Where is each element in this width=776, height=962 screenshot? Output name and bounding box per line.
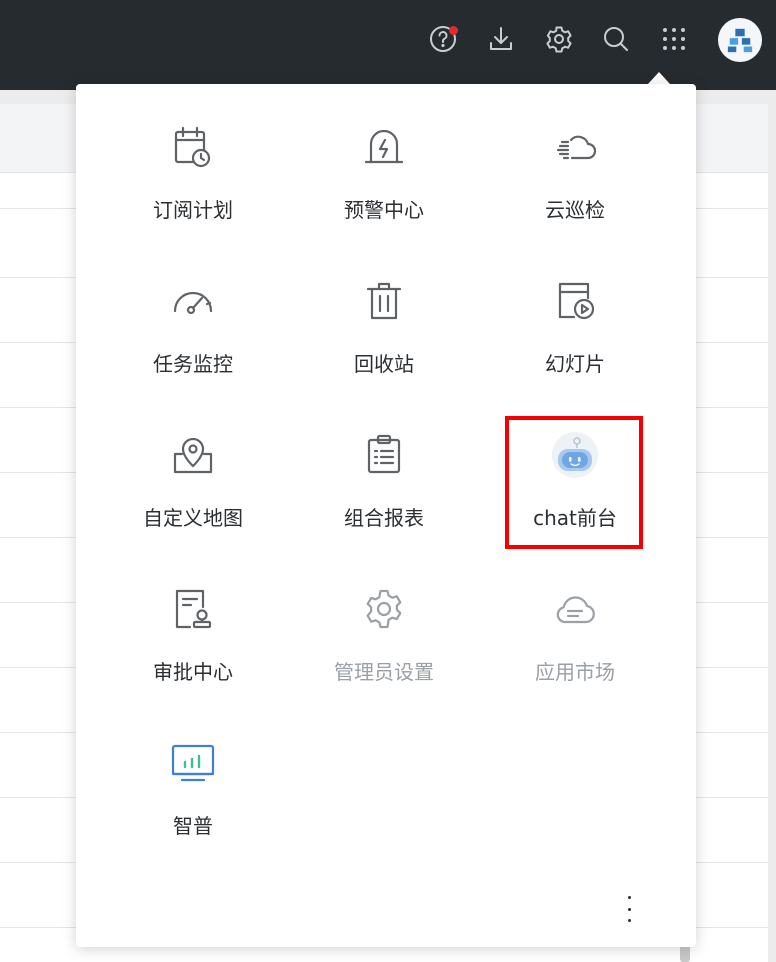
app-label: 云巡检 [545, 198, 605, 222]
approval-stamp-icon [170, 586, 216, 632]
help-icon[interactable] [426, 22, 460, 56]
app-cloud-inspection[interactable]: 云巡检 [480, 124, 670, 254]
settings-icon[interactable] [542, 22, 576, 56]
app-custom-map[interactable]: 自定义地图 [98, 432, 288, 562]
map-pin-icon [170, 432, 216, 478]
app-label: 管理员设置 [334, 660, 434, 684]
app-label: 回收站 [354, 352, 414, 376]
search-icon[interactable] [599, 22, 633, 56]
app-approval-center[interactable]: 审批中心 [98, 586, 288, 716]
app-label: 幻灯片 [545, 352, 605, 376]
monitor-chart-icon [170, 740, 216, 786]
app-task-monitor[interactable]: 任务监控 [98, 278, 288, 408]
app-label: 预警中心 [344, 198, 424, 222]
alarm-bell-icon [361, 124, 407, 170]
app-label: 组合报表 [344, 506, 424, 530]
app-label: 应用市场 [535, 660, 615, 684]
calendar-clock-icon [170, 124, 216, 170]
more-vertical-icon[interactable] [618, 896, 640, 922]
app-grid-icon[interactable] [657, 22, 691, 56]
app-label: 任务监控 [153, 352, 233, 376]
app-alert-center[interactable]: 预警中心 [289, 124, 479, 254]
admin-gear-icon [361, 586, 407, 632]
app-marketplace[interactable]: 应用市场 [480, 586, 670, 716]
trash-icon [361, 278, 407, 324]
app-subscription-plan[interactable]: 订阅计划 [98, 124, 288, 254]
app-composite-report[interactable]: 组合报表 [289, 432, 479, 562]
app-recycle-bin[interactable]: 回收站 [289, 278, 479, 408]
app-label: 智普 [173, 814, 213, 838]
cloud-market-icon [552, 586, 598, 632]
download-icon[interactable] [484, 22, 518, 56]
popover-caret [648, 72, 670, 84]
app-label: 订阅计划 [153, 198, 233, 222]
app-slideshow[interactable]: 幻灯片 [480, 278, 670, 408]
avatar[interactable] [718, 18, 762, 62]
app-admin-settings[interactable]: 管理员设置 [289, 586, 479, 716]
avatar-logo-icon [727, 28, 753, 53]
slideshow-play-icon [552, 278, 598, 324]
cloud-fast-icon [552, 124, 598, 170]
clipboard-report-icon [361, 432, 407, 478]
app-label: 自定义地图 [143, 506, 243, 530]
app-zhipu[interactable]: 智普 [98, 740, 288, 870]
notification-badge [449, 26, 458, 35]
highlight-box [505, 416, 643, 549]
gauge-icon [170, 278, 216, 324]
app-label: 审批中心 [153, 660, 233, 684]
